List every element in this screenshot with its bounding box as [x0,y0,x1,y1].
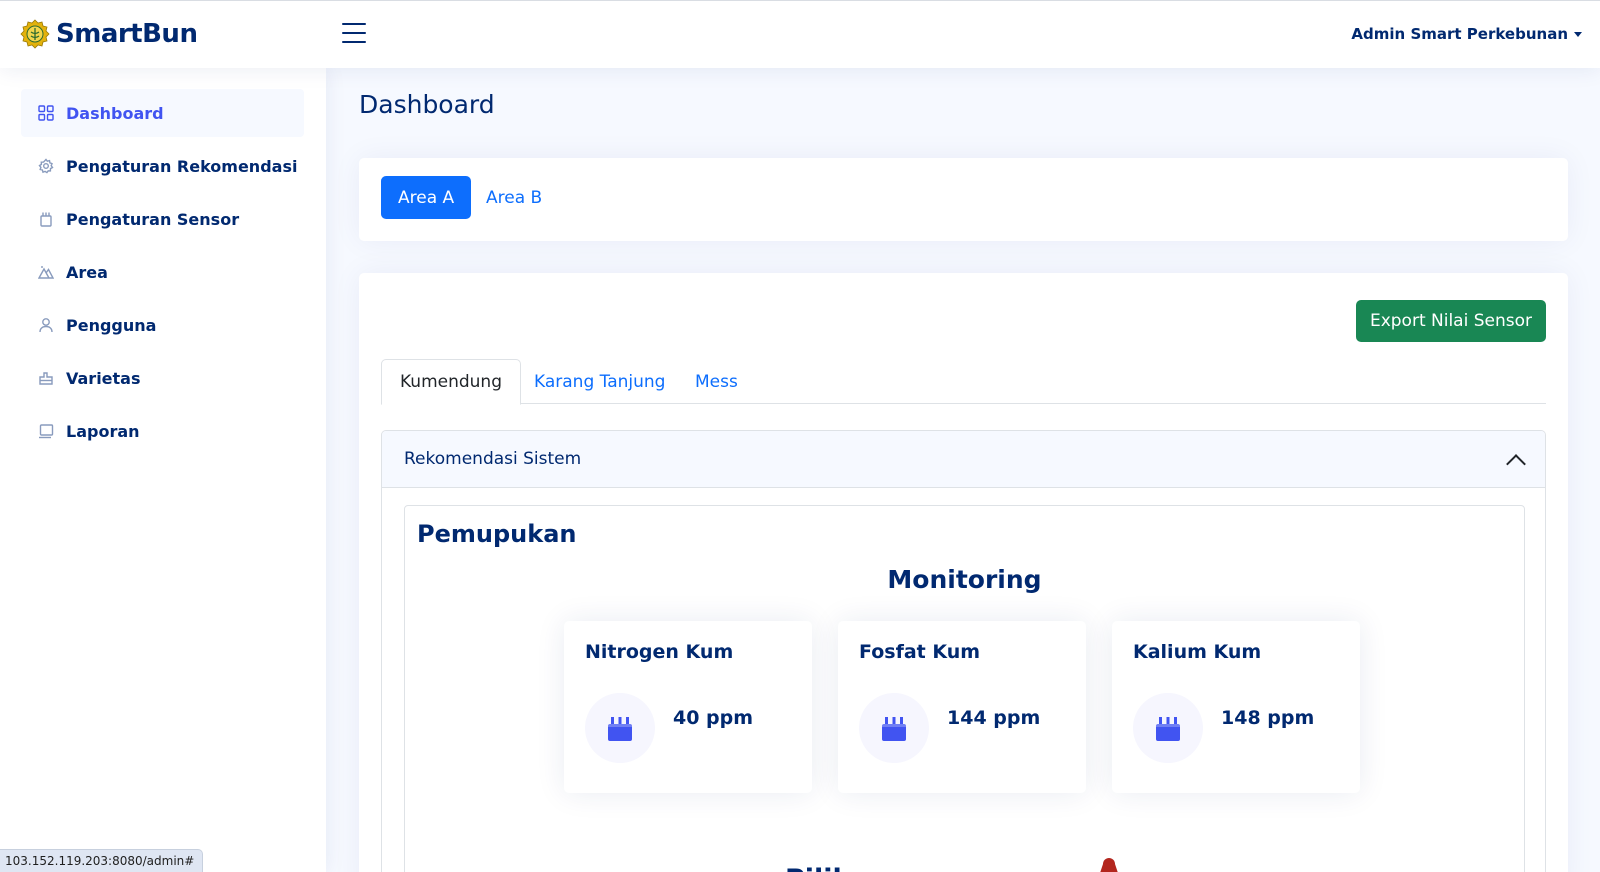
cart-icon [1100,858,1118,872]
sidebar-item-dashboard[interactable]: Dashboard [21,89,304,137]
recommendation-accordion: Rekomendasi Sistem Pemupukan Monitoring … [381,430,1546,872]
accordion-header[interactable]: Rekomendasi Sistem [382,431,1545,488]
sensor-icon [859,693,929,763]
metric-card-nitrogen: Nitrogen Kum 40 ppm [564,621,812,793]
top-header: SmartBun Admin Smart Perkebunan [0,0,1600,68]
logo[interactable]: SmartBun [20,19,198,49]
fertilization-panel: Pemupukan Monitoring Nitrogen Kum 40 ppm… [404,505,1525,872]
metric-value: 148 ppm [1221,707,1315,729]
sidebar-item-laporan[interactable]: Laporan [21,407,304,455]
metric-value: 144 ppm [947,707,1041,729]
location-tabs: Kumendung Karang Tanjung Mess [381,359,1546,405]
sidebar-item-label: Pengaturan Sensor [66,209,240,229]
sidebar-item-area[interactable]: Area [21,248,304,296]
mountain-icon [37,263,55,281]
metric-title: Fosfat Kum [859,641,981,663]
metric-card-kalium: Kalium Kum 148 ppm [1112,621,1360,793]
sidebar-item-pengguna[interactable]: Pengguna [21,301,304,349]
sidebar-item-varietas[interactable]: Varietas [21,354,304,402]
main-card: Export Nilai Sensor Kumendung Karang Tan… [359,273,1568,872]
tab-area-a[interactable]: Area A [381,176,472,219]
user-profile-dropdown[interactable]: Admin Smart Perkebunan [1351,25,1582,43]
grid-icon [37,104,55,122]
monitoring-title: Monitoring [887,565,1042,594]
section-title: Pemupukan [417,520,577,548]
metric-title: Kalium Kum [1133,641,1262,663]
accordion-title: Rekomendasi Sistem [404,449,582,469]
sidebar-item-label: Dashboard [66,103,164,123]
tab-karang-tanjung[interactable]: Karang Tanjung [516,359,683,404]
sidebar-item-pengaturan-sensor[interactable]: Pengaturan Sensor [21,195,304,243]
sensor-icon [37,210,55,228]
tab-area-b[interactable]: Area B [469,176,559,219]
sidebar-item-label: Pengguna [66,315,157,335]
metric-value: 40 ppm [673,707,754,729]
plant-icon [37,369,55,387]
sidebar-toggle-icon[interactable] [342,23,366,45]
user-name: Admin Smart Perkebunan [1351,25,1568,43]
person-icon [37,316,55,334]
gear-icon [37,157,55,175]
sensor-icon [1133,693,1203,763]
sidebar-item-label: Area [66,262,108,282]
area-tabs-card: Area A Area B [359,158,1568,241]
status-url: 103.152.119.203:8080/admin# [0,849,204,872]
tab-mess[interactable]: Mess [677,359,756,404]
chevron-up-icon [1506,454,1526,474]
metric-title: Nitrogen Kum [585,641,734,663]
page-title: Dashboard [359,90,495,119]
tab-kumendung[interactable]: Kumendung [381,359,521,405]
sidebar-item-label: Pengaturan Rekomendasi [66,156,298,176]
caret-down-icon [1574,32,1582,37]
metric-card-fosfat: Fosfat Kum 144 ppm [838,621,1086,793]
partial-heading: Pilih [785,864,852,872]
brand-name: SmartBun [56,19,198,49]
sidebar-item-pengaturan-rekomendasi[interactable]: Pengaturan Rekomendasi [21,142,304,190]
sidebar-item-label: Laporan [66,421,140,441]
export-sensor-button[interactable]: Export Nilai Sensor [1355,300,1546,342]
sensor-icon [585,693,655,763]
laptop-icon [37,422,55,440]
logo-emblem-icon [20,19,50,49]
sidebar-item-label: Varietas [66,368,141,388]
sidebar: Dashboard Pengaturan Rekomendasi Pengatu… [0,68,326,872]
